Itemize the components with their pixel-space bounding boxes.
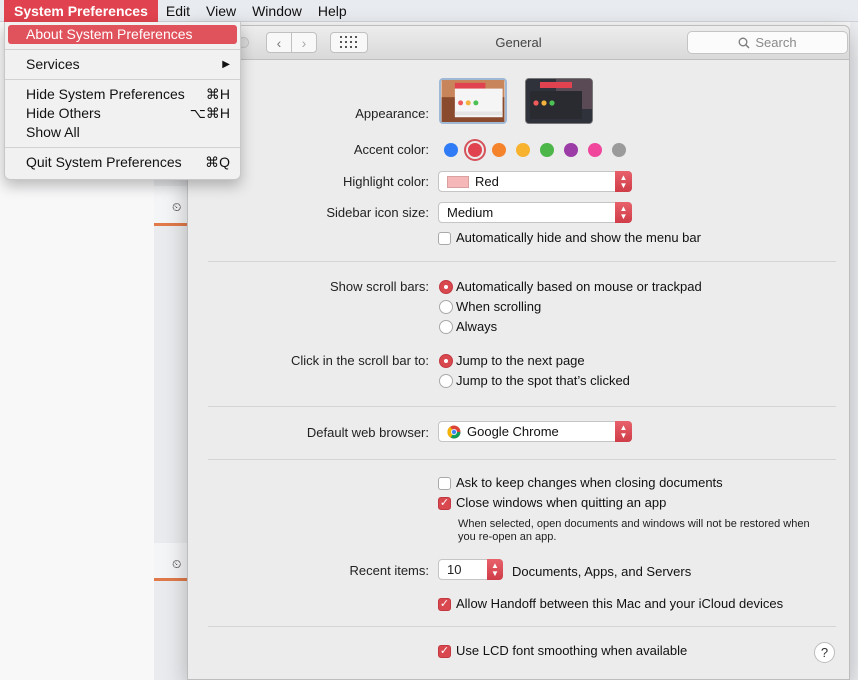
default-browser-label: Default web browser: (306, 425, 429, 440)
menu-window[interactable]: Window (244, 0, 310, 22)
accent-color-swatch[interactable] (492, 143, 506, 157)
lcd-smoothing-checkbox[interactable]: ✓ (438, 645, 451, 658)
click-spot-radio[interactable] (439, 374, 453, 388)
chrome-icon (447, 425, 461, 438)
ask-keep-changes-label: Ask to keep changes when closing documen… (456, 475, 723, 490)
close-windows-checkbox[interactable]: ✓ (438, 497, 451, 510)
menu-item-show-all[interactable]: Show All (5, 123, 240, 142)
recent-items-suffix: Documents, Apps, and Servers (512, 564, 692, 579)
popup-arrows-icon: ▲ ▼ (615, 171, 632, 192)
menu-separator (5, 49, 240, 50)
autohide-menubar-checkbox[interactable] (438, 232, 451, 245)
highlight-color-popup[interactable]: Red ▲ ▼ (438, 171, 632, 192)
click-scroll-bar-label: Click in the scroll bar to: (291, 353, 429, 368)
menu-item-hide-others-label: Hide Others (26, 105, 101, 121)
menu-item-hide-others-shortcut: ⌥⌘H (189, 105, 230, 121)
scroll-when-scrolling-label: When scrolling (456, 299, 542, 314)
click-spot-label: Jump to the spot that’s clicked (456, 373, 630, 388)
click-next-page-radio[interactable] (439, 354, 453, 368)
popup-arrows-icon: ▲ ▼ (487, 559, 503, 580)
highlight-color-value: Red (475, 174, 499, 189)
menu-separator (5, 79, 240, 80)
appearance-light-option[interactable] (439, 78, 507, 124)
sidebar-icon-size-popup[interactable]: Medium ▲ ▼ (438, 202, 632, 223)
general-preferences-window: ‹ › General Search Appearance: Accent co… (187, 25, 850, 680)
section-divider (208, 406, 836, 407)
autohide-menubar-label: Automatically hide and show the menu bar (456, 230, 701, 245)
recent-items-label: Recent items: (349, 563, 429, 578)
menu-edit[interactable]: Edit (158, 0, 198, 22)
help-button[interactable]: ? (814, 642, 835, 663)
menu-item-quit-label: Quit System Preferences (26, 154, 182, 170)
popup-arrows-icon: ▲ ▼ (615, 202, 632, 223)
accent-color-swatch[interactable] (588, 143, 602, 157)
sidebar-icon-size-label: Sidebar icon size: (326, 205, 429, 220)
highlight-color-chip (447, 175, 469, 188)
section-divider (208, 626, 836, 627)
section-divider (208, 459, 836, 460)
default-browser-popup[interactable]: Google Chrome ▲ ▼ (438, 421, 632, 442)
recent-items-value: 10 (447, 562, 462, 577)
light-appearance-preview (441, 80, 505, 122)
scroll-always-radio[interactable] (439, 320, 453, 334)
scroll-auto-label: Automatically based on mouse or trackpad (456, 279, 702, 294)
handoff-checkbox[interactable]: ✓ (438, 598, 451, 611)
search-placeholder: Search (755, 35, 797, 50)
title-bar: ‹ › General Search (188, 26, 849, 60)
scroll-always-label: Always (456, 319, 498, 334)
background-window-edge (850, 22, 858, 680)
handoff-label: Allow Handoff between this Mac and your … (456, 596, 784, 611)
app-menu-dropdown: About System Preferences Services ▶ Hide… (4, 22, 241, 180)
show-scroll-bars-label: Show scroll bars: (330, 279, 429, 294)
menu-app-name[interactable]: System Preferences (4, 0, 158, 22)
sidebar-icon-size-value: Medium (447, 205, 494, 220)
close-windows-note: When selected, open documents and window… (458, 518, 810, 543)
lcd-smoothing-label: Use LCD font smoothing when available (456, 643, 688, 658)
section-divider (208, 261, 836, 262)
scroll-when-scrolling-radio[interactable] (439, 300, 453, 314)
menu-item-hide[interactable]: Hide System Preferences ⌘H (5, 85, 240, 104)
accent-color-swatch[interactable] (612, 143, 626, 157)
menu-item-hide-shortcut: ⌘H (205, 86, 230, 102)
menu-item-quit-shortcut: ⌘Q (205, 154, 230, 170)
menu-item-hide-label: Hide System Preferences (26, 86, 185, 102)
menu-help[interactable]: Help (310, 0, 355, 22)
checkmark-icon: ✓ (439, 598, 450, 610)
scroll-auto-radio[interactable] (439, 280, 453, 294)
clock-icon: ⏲ (172, 200, 182, 214)
search-icon (738, 37, 750, 48)
accent-color-swatch[interactable] (540, 143, 554, 157)
default-browser-value: Google Chrome (467, 424, 559, 439)
accent-color-swatch[interactable] (444, 143, 458, 157)
menu-item-services-label: Services (26, 56, 80, 72)
menu-separator (5, 147, 240, 148)
click-next-page-label: Jump to the next page (456, 353, 585, 368)
close-windows-label: Close windows when quitting an app (456, 495, 667, 510)
recent-items-popup[interactable]: 10 ▲ ▼ (438, 559, 503, 580)
menu-view[interactable]: View (198, 0, 244, 22)
accent-color-swatch[interactable] (564, 143, 578, 157)
search-field[interactable]: Search (687, 31, 848, 54)
dark-appearance-preview (526, 79, 592, 123)
menu-item-services[interactable]: Services ▶ (5, 55, 240, 74)
accent-color-swatch[interactable] (516, 143, 530, 157)
checkmark-icon: ✓ (439, 497, 450, 509)
submenu-arrow-icon: ▶ (222, 59, 230, 70)
clock-icon: ⏲ (172, 557, 182, 571)
popup-arrows-icon: ▲ ▼ (615, 421, 632, 442)
checkmark-icon: ✓ (439, 645, 450, 657)
ask-keep-changes-checkbox[interactable] (438, 477, 451, 490)
menu-bar: System Preferences Edit View Window Help (0, 0, 858, 22)
appearance-dark-option[interactable] (525, 78, 593, 124)
accent-color-swatch[interactable] (468, 143, 482, 157)
menu-item-quit[interactable]: Quit System Preferences ⌘Q (5, 153, 240, 172)
menu-item-about[interactable]: About System Preferences (8, 25, 237, 44)
menu-item-hide-others[interactable]: Hide Others ⌥⌘H (5, 104, 240, 123)
